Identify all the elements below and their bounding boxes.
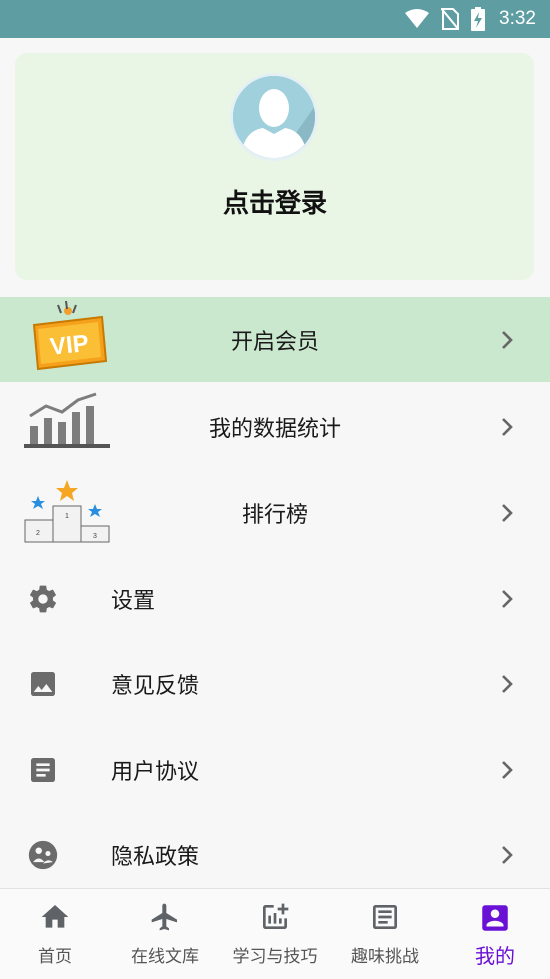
gear-icon (30, 585, 56, 613)
airplane-icon (151, 903, 177, 931)
menu-item-ranking[interactable]: 2 1 3 排行榜 (0, 470, 550, 555)
default-avatar-icon (233, 76, 315, 158)
chevron-right-icon (502, 330, 513, 349)
chevron-right-icon (502, 845, 513, 864)
nav-label-challenge: 趣味挑战 (351, 947, 419, 967)
login-prompt[interactable]: 点击登录 (0, 183, 550, 220)
battery-charging-icon (471, 7, 486, 31)
podium-place-3: 3 (93, 533, 97, 540)
menu-item-settings[interactable]: 设置 (0, 556, 550, 641)
chevron-right-icon (502, 503, 513, 522)
nav-item-library[interactable]: 在线文库 (110, 889, 220, 979)
wifi-icon (405, 9, 430, 28)
chevron-right-icon (502, 417, 513, 436)
menu-item-stats[interactable]: 我的数据统计 (0, 384, 550, 469)
document-icon (31, 758, 55, 782)
menu-label-stats: 我的数据统计 (208, 416, 341, 442)
menu-item-feedback[interactable]: 意见反馈 (0, 641, 550, 726)
chevron-right-icon (502, 589, 513, 608)
chevron-right-icon (502, 674, 513, 693)
nav-label-mine: 我的 (475, 944, 515, 968)
nav-item-home[interactable]: 首页 (0, 889, 110, 979)
nav-item-learning[interactable]: 学习与技巧 (220, 889, 330, 979)
privacy-icon (28, 840, 58, 870)
status-bar: 3:32 (0, 0, 550, 38)
menu-item-privacy[interactable]: 隐私政策 (0, 812, 550, 897)
nav-label-home: 首页 (38, 947, 72, 967)
article-icon (373, 905, 397, 929)
no-sim-icon (441, 8, 460, 30)
menu-item-vip[interactable]: VIP 开启会员 (0, 297, 550, 382)
nav-label-library: 在线文库 (131, 947, 199, 967)
image-icon (31, 672, 55, 696)
nav-item-challenge[interactable]: 趣味挑战 (330, 889, 440, 979)
menu-label-privacy: 隐私政策 (111, 844, 200, 870)
menu-item-agreement[interactable]: 用户协议 (0, 727, 550, 812)
avatar[interactable] (230, 73, 318, 161)
nav-label-learning: 学习与技巧 (232, 947, 318, 967)
status-time: 3:32 (499, 8, 536, 29)
chart-add-icon (263, 903, 289, 929)
home-icon (41, 905, 69, 928)
chevron-right-icon (502, 760, 513, 779)
menu-label-settings: 设置 (111, 588, 156, 614)
menu-label-vip: 开启会员 (230, 329, 319, 355)
menu-label-agreement: 用户协议 (111, 759, 200, 785)
menu-label-feedback: 意见反馈 (111, 673, 200, 699)
menu-label-ranking: 排行榜 (241, 502, 308, 528)
bottom-nav: 首页 在线文库 学习与技巧 趣味挑战 我的 (0, 888, 550, 979)
podium-place-2: 2 (36, 530, 40, 537)
nav-item-mine[interactable]: 我的 (440, 889, 550, 979)
account-box-icon (482, 905, 508, 931)
